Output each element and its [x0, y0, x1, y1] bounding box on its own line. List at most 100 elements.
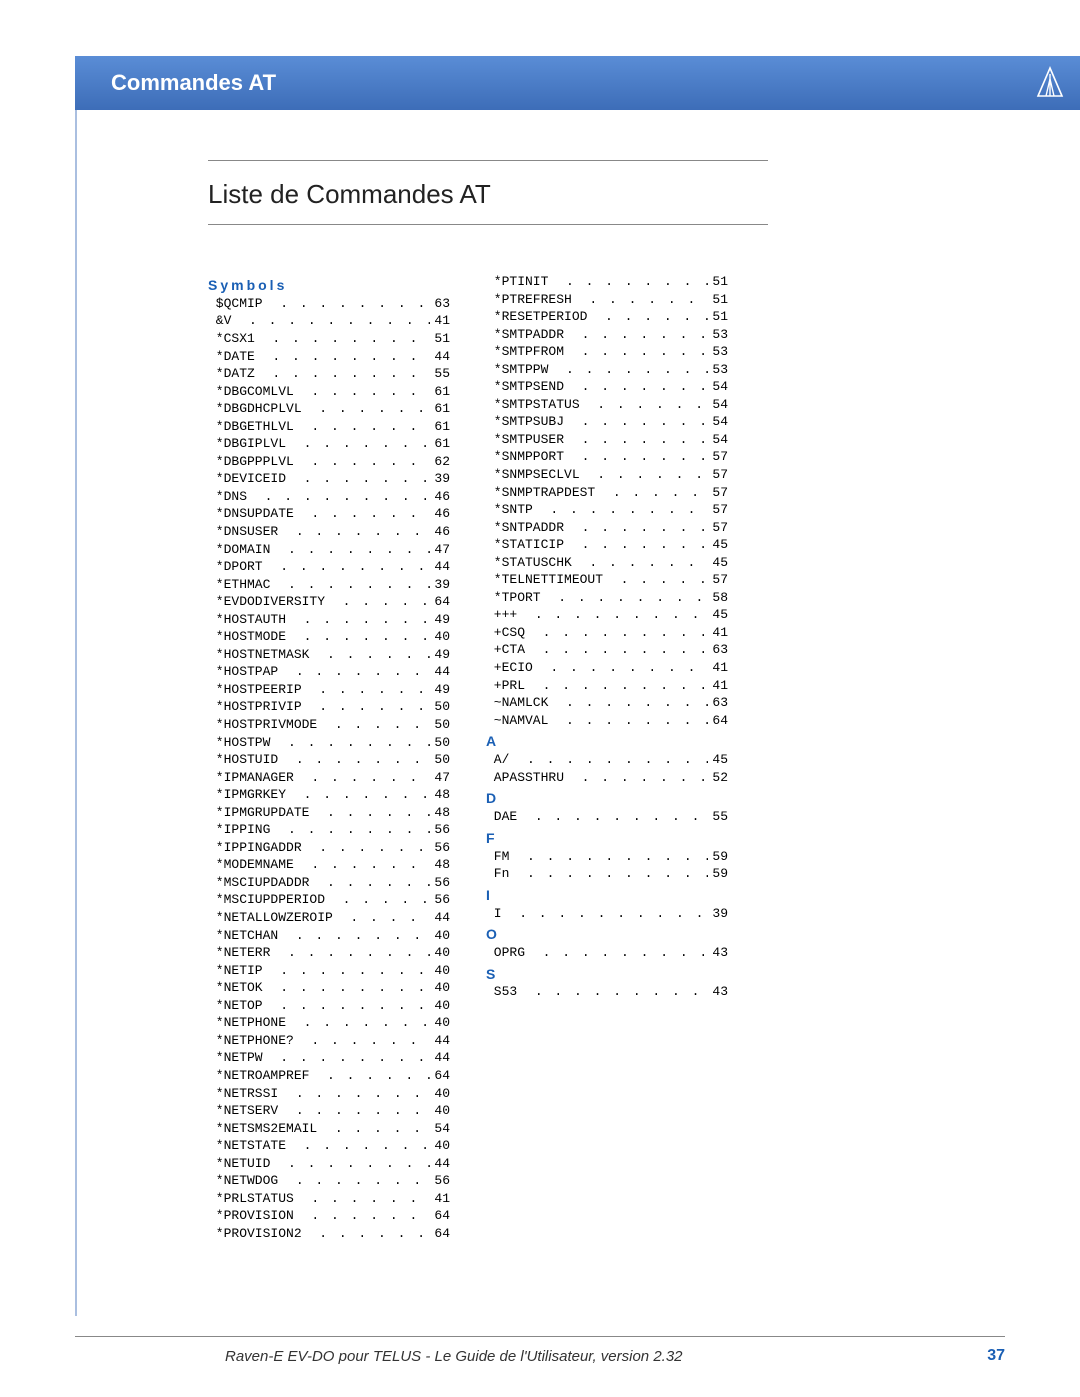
index-entry: *SMTPSUBJ 54: [486, 413, 728, 431]
index-entry-leader: [541, 659, 709, 677]
index-entry: *NETSTATE 40: [208, 1137, 450, 1155]
index-entry-page: 40: [430, 997, 450, 1015]
index-entry: *SMTPUSER 54: [486, 431, 728, 449]
index-entry: *SNMPPORT 57: [486, 448, 728, 466]
index-entry-command: APASSTHRU: [486, 769, 572, 787]
index-entry-leader: [294, 628, 431, 646]
index-entry-page: 62: [430, 453, 450, 471]
index-entry-leader: [278, 541, 430, 559]
index-entry: *CSX1 51: [208, 330, 450, 348]
index-entry-page: 41: [708, 659, 728, 677]
index-entry-command: *SMTPFROM: [486, 343, 572, 361]
index-entry-command: *HOSTNETMASK: [208, 646, 317, 664]
index-entry: *HOSTAUTH 49: [208, 611, 450, 629]
index-entry-page: 53: [708, 361, 728, 379]
index-entry-command: *NETRSSI: [208, 1085, 286, 1103]
index-entry-page: 54: [708, 413, 728, 431]
index-entry-page: 64: [430, 1207, 450, 1225]
index-entry-page: 61: [430, 383, 450, 401]
index-entry: *PTINIT 51: [486, 273, 728, 291]
index-entry-leader: [309, 839, 430, 857]
index-entry: *IPPING 56: [208, 821, 450, 839]
index-entry-leader: [278, 944, 430, 962]
index-entry: *HOSTPRIVIP 50: [208, 698, 450, 716]
index-entry-page: 40: [430, 927, 450, 945]
index-entry: ~NAMVAL 64: [486, 712, 728, 730]
index-entry-leader: [302, 856, 431, 874]
index-entry: *NETRSSI 40: [208, 1085, 450, 1103]
index-entry-leader: [580, 291, 709, 309]
index-entry-command: *SNTPADDR: [486, 519, 572, 537]
index-entry-command: *DEVICEID: [208, 470, 294, 488]
header-title: Commandes AT: [111, 70, 276, 96]
heading-I: I: [486, 886, 728, 905]
index-entry: *DBGCOMLVL 61: [208, 383, 450, 401]
index-entry-leader: [294, 1137, 431, 1155]
index-entry-command: *HOSTPEERIP: [208, 681, 309, 699]
index-entry: *NETOK 40: [208, 979, 450, 997]
index-entry-leader: [309, 400, 430, 418]
index-entry-leader: [587, 396, 708, 414]
index-entry: *HOSTMODE 40: [208, 628, 450, 646]
index-entry-leader: [286, 1102, 430, 1120]
index-entry-page: 51: [708, 291, 728, 309]
index-entry: *DEVICEID 39: [208, 470, 450, 488]
index-entry: *SMTPADDR 53: [486, 326, 728, 344]
index-entry-page: 39: [430, 470, 450, 488]
index-entry-command: *DOMAIN: [208, 541, 278, 559]
index-entry-command: *NETCHAN: [208, 927, 286, 945]
index-entry-leader: [572, 769, 709, 787]
index-entry: *SMTPSTATUS 54: [486, 396, 728, 414]
index-entry-page: 63: [708, 694, 728, 712]
index-entry-page: 55: [708, 808, 728, 826]
index-entry-page: 53: [708, 343, 728, 361]
index-entry: *DATE 44: [208, 348, 450, 366]
index-entry-leader: [317, 804, 430, 822]
index-entry-leader: [517, 751, 708, 769]
index-entry-command: &V: [208, 312, 239, 330]
index-entry-page: 45: [708, 554, 728, 572]
index-entry-command: *NETERR: [208, 944, 278, 962]
heading-O: O: [486, 925, 728, 944]
index-entry-command: $QCMIP: [208, 295, 270, 313]
index-entry: *NETIP 40: [208, 962, 450, 980]
index-entry-command: *MSCIUPDPERIOD: [208, 891, 333, 909]
index-entry: *NETWDOG 56: [208, 1172, 450, 1190]
index-entry-leader: [541, 501, 709, 519]
index-entry-command: *NETIP: [208, 962, 270, 980]
index-entry-leader: [333, 891, 431, 909]
index-entry: *EVDODIVERSITY 64: [208, 593, 450, 611]
index-entry: *HOSTNETMASK 49: [208, 646, 450, 664]
index-entry: *DBGETHLVL 61: [208, 418, 450, 436]
index-entry-leader: [270, 979, 430, 997]
index-entry-command: *SMTPSTATUS: [486, 396, 587, 414]
index-entry-page: 44: [430, 663, 450, 681]
index-entry: *DPORT 44: [208, 558, 450, 576]
index-entry: *NETSMS2EMAIL 54: [208, 1120, 450, 1138]
index-entry-page: 63: [708, 641, 728, 659]
index-entry: *PROVISION 64: [208, 1207, 450, 1225]
index-entry-command: *NETPW: [208, 1049, 270, 1067]
index-entry-command: *DBGDHCPLVL: [208, 400, 309, 418]
index-entry: *NETSERV 40: [208, 1102, 450, 1120]
index-entry-page: 57: [708, 571, 728, 589]
index-entry-page: 44: [430, 1049, 450, 1067]
index-entry-page: 41: [430, 1190, 450, 1208]
index-entry-page: 51: [708, 308, 728, 326]
heading-F: F: [486, 829, 728, 848]
index-entry: *NETOP 40: [208, 997, 450, 1015]
index-entry-leader: [317, 874, 430, 892]
index-entry-command: *RESETPERIOD: [486, 308, 595, 326]
heading-symbols: Symbols: [208, 276, 450, 295]
index-entry: *DATZ 55: [208, 365, 450, 383]
index-entry-command: *SNTP: [486, 501, 541, 519]
index-entry-command: *DPORT: [208, 558, 270, 576]
index-entry-command: *DATE: [208, 348, 263, 366]
index-entry-page: 40: [430, 1085, 450, 1103]
index-entry-command: *HOSTPAP: [208, 663, 286, 681]
index-entry: *SMTPPW 53: [486, 361, 728, 379]
index-entry-page: 41: [708, 677, 728, 695]
index-entry-page: 57: [708, 448, 728, 466]
index-entry-page: 50: [430, 751, 450, 769]
section-title: Liste de Commandes AT: [208, 179, 768, 210]
